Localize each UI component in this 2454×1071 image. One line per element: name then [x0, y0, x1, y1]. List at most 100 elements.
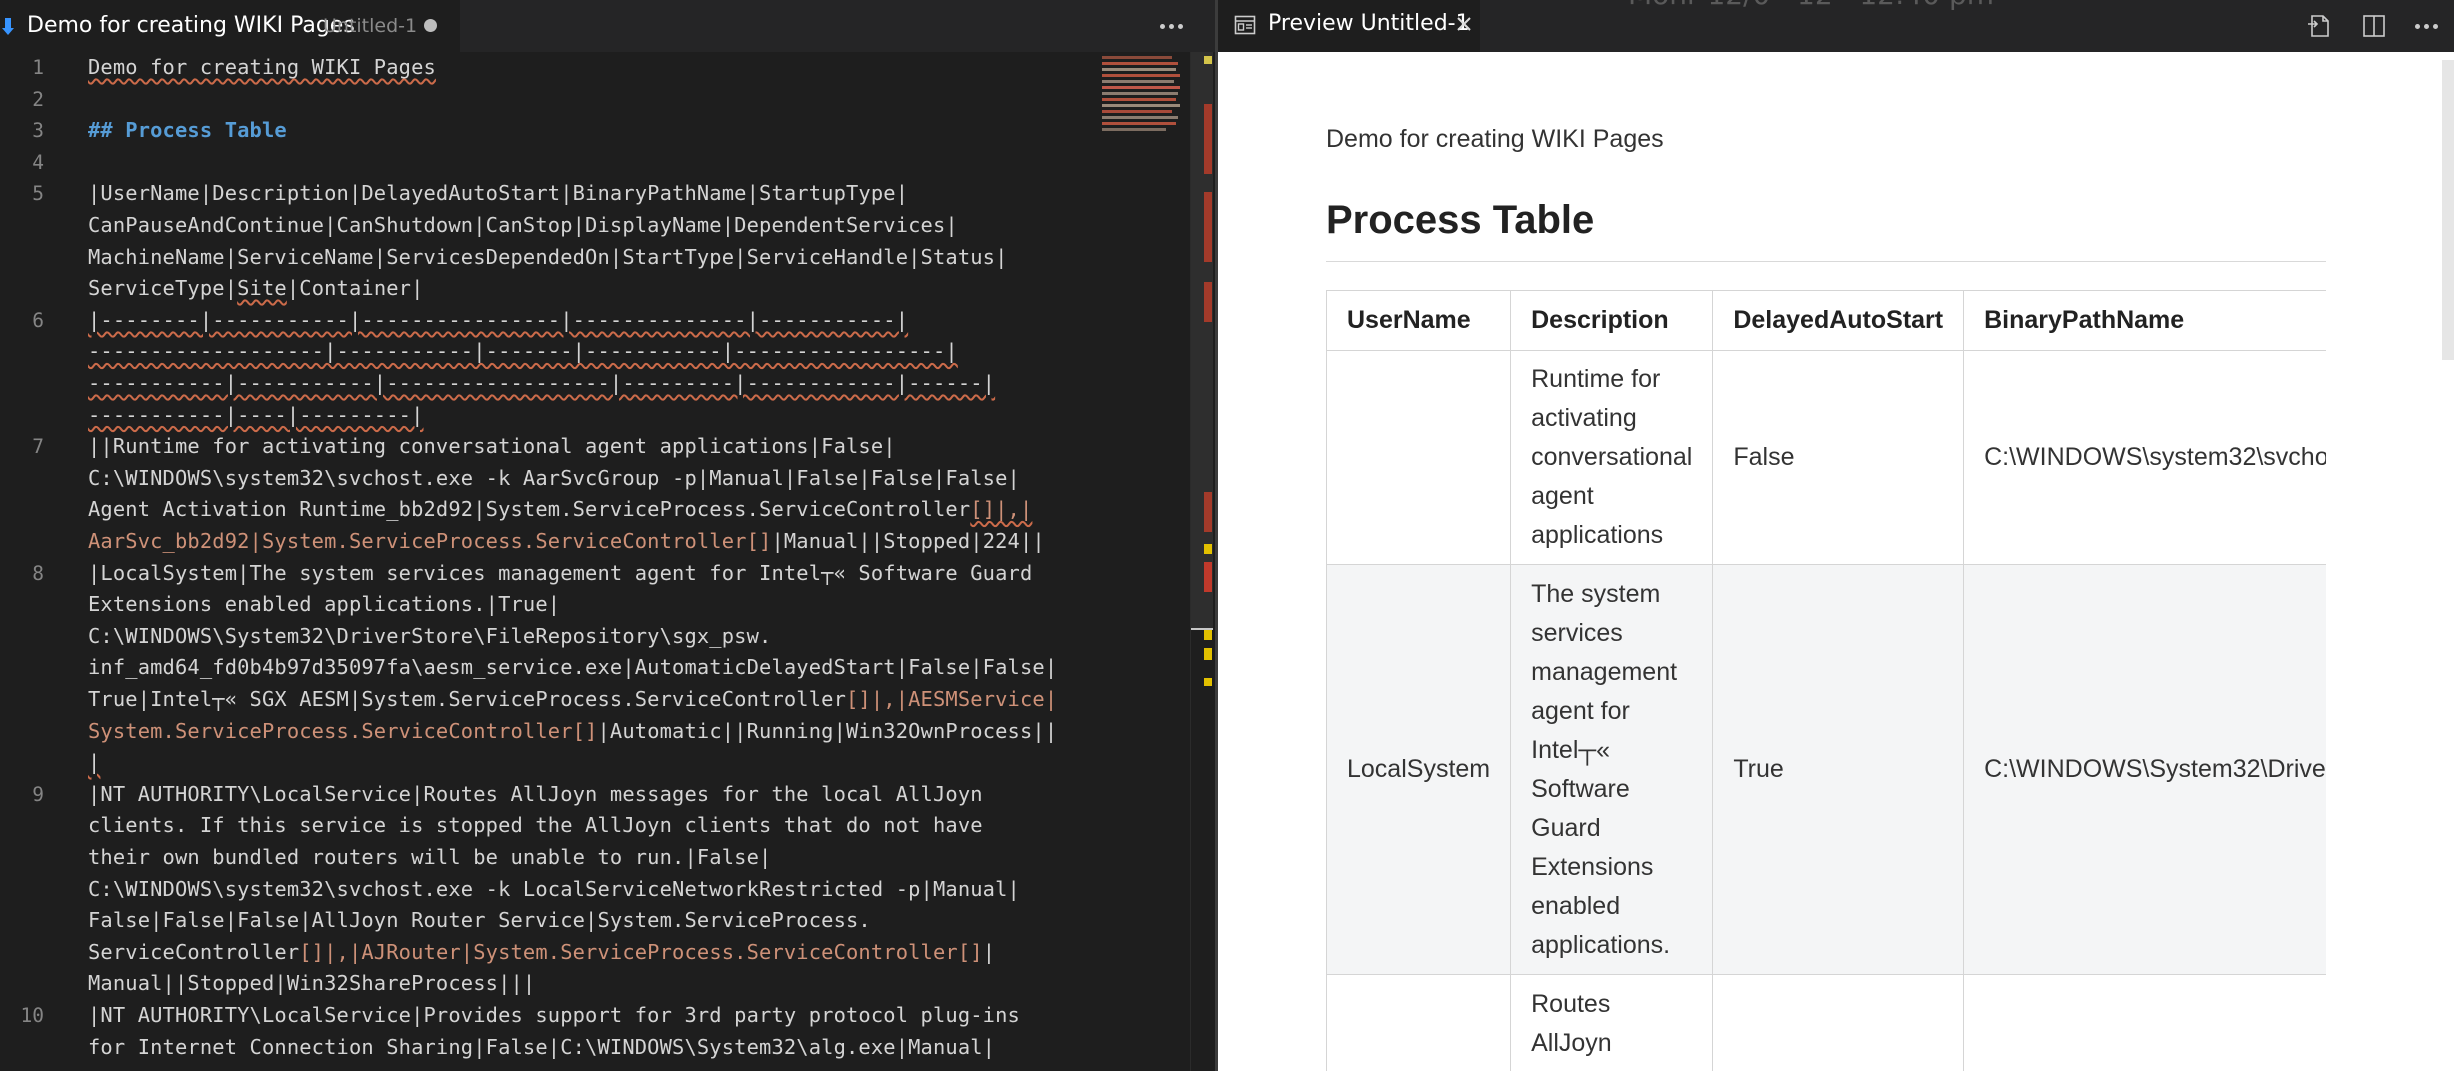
code-line: 2	[0, 84, 1100, 116]
line-number: 7	[32, 435, 44, 459]
code-area[interactable]: 1 Demo for creating WIKI Pages 2 3 ## Pr…	[0, 52, 1100, 1071]
table-cell: False	[1712, 350, 1965, 565]
table-cell	[1326, 974, 1512, 1071]
column-header: BinaryPathName	[1963, 290, 2326, 351]
line-text: -----------|----|---------|	[88, 402, 424, 427]
line-number: 3	[32, 119, 44, 143]
line-text: MachineName|ServiceName|ServicesDepended…	[88, 244, 1008, 269]
line-text: |LocalSystem|The system services managem…	[88, 560, 1033, 585]
unsaved-dot-icon[interactable]	[424, 19, 437, 32]
line-text: Demo for creating WIKI Pages	[88, 55, 436, 79]
code-line: 10 |NT AUTHORITY\LocalService|Provides s…	[0, 1000, 1100, 1032]
open-source-icon[interactable]	[2304, 10, 2336, 42]
code-line-wrap: for Internet Connection Sharing|False|C:…	[0, 1032, 1100, 1064]
line-number: 6	[32, 308, 44, 332]
line-number: 8	[32, 561, 44, 585]
line-text: ServiceType|Site|Container|	[88, 276, 424, 301]
preview-icon	[1234, 15, 1256, 35]
code-line-wrap: MachineName|ServiceName|ServicesDepended…	[0, 242, 1100, 274]
table-cell: C:\WINDOWS\system32\svchost.exe	[1963, 350, 2326, 565]
line-number: 4	[32, 150, 44, 174]
code-line: 6 |--------|-----------|----------------…	[0, 305, 1100, 337]
code-line: 3 ## Process Table	[0, 115, 1100, 147]
table-cell: The system services management agent for…	[1510, 564, 1714, 975]
line-text: |NT AUTHORITY\LocalService|Routes AllJoy…	[88, 781, 983, 806]
markdown-heading: ## Process Table	[88, 118, 287, 143]
code-line-wrap: |	[0, 747, 1100, 779]
minimap[interactable]	[1102, 52, 1182, 1071]
code-line: 4	[0, 147, 1100, 179]
preview-body: Demo for creating WIKI Pages Process Tab…	[1218, 52, 2454, 1071]
line-text: C:\WINDOWS\system32\svchost.exe -k AarSv…	[88, 465, 1020, 490]
line-text: Manual||Stopped|Win32ShareProcess|||	[88, 971, 536, 996]
line-text: ServiceController[]|,|AJRouter|System.Se…	[88, 939, 996, 964]
code-line-wrap: C:\WINDOWS\system32\svchost.exe -k Local…	[0, 874, 1100, 906]
code-line-wrap: ServiceController[]|,|AJRouter|System.Se…	[0, 937, 1100, 969]
code-line: 7 ||Runtime for activating conversationa…	[0, 431, 1100, 463]
code-line-wrap: -----------|----|---------|	[0, 400, 1100, 432]
split-editor-icon[interactable]	[2358, 10, 2390, 42]
line-text: |--------|-----------|----------------|-…	[88, 307, 909, 332]
code-line-wrap: inf_amd64_fd0b4b97d35097fa\aesm_service.…	[0, 652, 1100, 684]
code-line-wrap: their own bundled routers will be unable…	[0, 842, 1100, 874]
line-text: |NT AUTHORITY\LocalService|Provides supp…	[88, 1003, 1020, 1027]
code-line-wrap: CanPauseAndContinue|CanShutdown|CanStop|…	[0, 210, 1100, 242]
line-text: inf_amd64_fd0b4b97d35097fa\aesm_service.…	[88, 655, 1058, 680]
table-row: LocalSystem The system services manageme…	[1326, 564, 2326, 975]
code-line: 1 Demo for creating WIKI Pages	[0, 52, 1100, 84]
preview-scroll-thumb[interactable]	[2442, 60, 2454, 360]
line-text: System.ServiceProcess.ServiceController[…	[88, 718, 1058, 743]
line-text: Agent Activation Runtime_bb2d92|System.S…	[88, 497, 1033, 522]
heading-rule	[1326, 261, 2326, 262]
line-text: Extensions enabled applications.|True|	[88, 592, 561, 617]
editor-tab-bar: Demo for creating WIKI Pages Untitled-1	[0, 0, 1215, 52]
table-cell	[1963, 974, 2326, 1071]
code-line-wrap: False|False|False|AllJoyn Router Service…	[0, 905, 1100, 937]
preview-pane: Preview Untitled-1 Monr 12/0 · 12 · 12:4…	[1218, 0, 2454, 1071]
code-line-wrap: C:\WINDOWS\system32\svchost.exe -k AarSv…	[0, 463, 1100, 495]
code-line-wrap: Agent Activation Runtime_bb2d92|System.S…	[0, 494, 1100, 526]
code-line-wrap: AarSvc_bb2d92|System.ServiceProcess.Serv…	[0, 526, 1100, 558]
table-cell: Routes AllJoyn messages for	[1510, 974, 1714, 1071]
line-text: |UserName|Description|DelayedAutoStart|B…	[88, 181, 909, 206]
table-cell: C:\WINDOWS\System32\DriverStore	[1963, 564, 2326, 975]
preview-tab-bar: Preview Untitled-1 Monr 12/0 · 12 · 12:4…	[1218, 0, 2454, 52]
line-text: ||Runtime for activating conversational …	[88, 434, 896, 459]
line-text: True|Intel┬« SGX AESM|System.ServiceProc…	[88, 687, 1058, 711]
column-header: DelayedAutoStart	[1712, 290, 1965, 351]
preview-tab-title: Preview Untitled-1	[1268, 11, 1470, 36]
line-text: False|False|False|AllJoyn Router Service…	[88, 908, 871, 933]
process-table: UserName Description DelayedAutoStart Bi…	[1326, 290, 2326, 1071]
line-number: 10	[20, 1004, 44, 1027]
editor-tab-subtitle: Untitled-1	[323, 15, 418, 37]
editor-pane: Demo for creating WIKI Pages Untitled-1 …	[0, 0, 1215, 1071]
line-number: 2	[32, 87, 44, 111]
preview-heading: Process Table	[1326, 198, 1595, 242]
table-cell	[1326, 350, 1512, 565]
close-icon[interactable]	[1454, 14, 1474, 34]
code-line: 9 |NT AUTHORITY\LocalService|Routes AllJ…	[0, 779, 1100, 811]
editor-scrollbar[interactable]	[1190, 52, 1213, 1071]
code-line-wrap: System.ServiceProcess.ServiceController[…	[0, 716, 1100, 748]
line-number: 5	[32, 182, 44, 206]
editor-tab[interactable]: Demo for creating WIKI Pages Untitled-1	[0, 0, 460, 52]
table-cell	[1712, 974, 1965, 1071]
table-cell: Runtime for activating conversational ag…	[1510, 350, 1714, 565]
line-text: |	[88, 750, 101, 775]
line-text: AarSvc_bb2d92|System.ServiceProcess.Serv…	[88, 529, 1045, 553]
more-actions-icon[interactable]	[2410, 10, 2442, 42]
more-actions-icon[interactable]	[1153, 8, 1189, 44]
tab-arrow-icon	[2, 18, 14, 35]
preview-scrollbar[interactable]	[2440, 52, 2454, 1071]
preview-tab[interactable]: Preview Untitled-1	[1218, 0, 1480, 52]
table-header-row: UserName Description DelayedAutoStart Bi…	[1326, 290, 2326, 351]
table-cell: True	[1712, 564, 1965, 975]
table-cell: LocalSystem	[1326, 564, 1512, 975]
process-table-container[interactable]: UserName Description DelayedAutoStart Bi…	[1326, 290, 2326, 1071]
code-line-wrap: Manual||Stopped|Win32ShareProcess|||	[0, 968, 1100, 1000]
line-text: -----------|-----------|----------------…	[88, 371, 996, 395]
column-header: Description	[1510, 290, 1714, 351]
code-line-wrap: Extensions enabled applications.|True|	[0, 589, 1100, 621]
code-line: 5 |UserName|Description|DelayedAutoStart…	[0, 178, 1100, 210]
line-text: C:\WINDOWS\System32\DriverStore\FileRepo…	[88, 623, 772, 648]
